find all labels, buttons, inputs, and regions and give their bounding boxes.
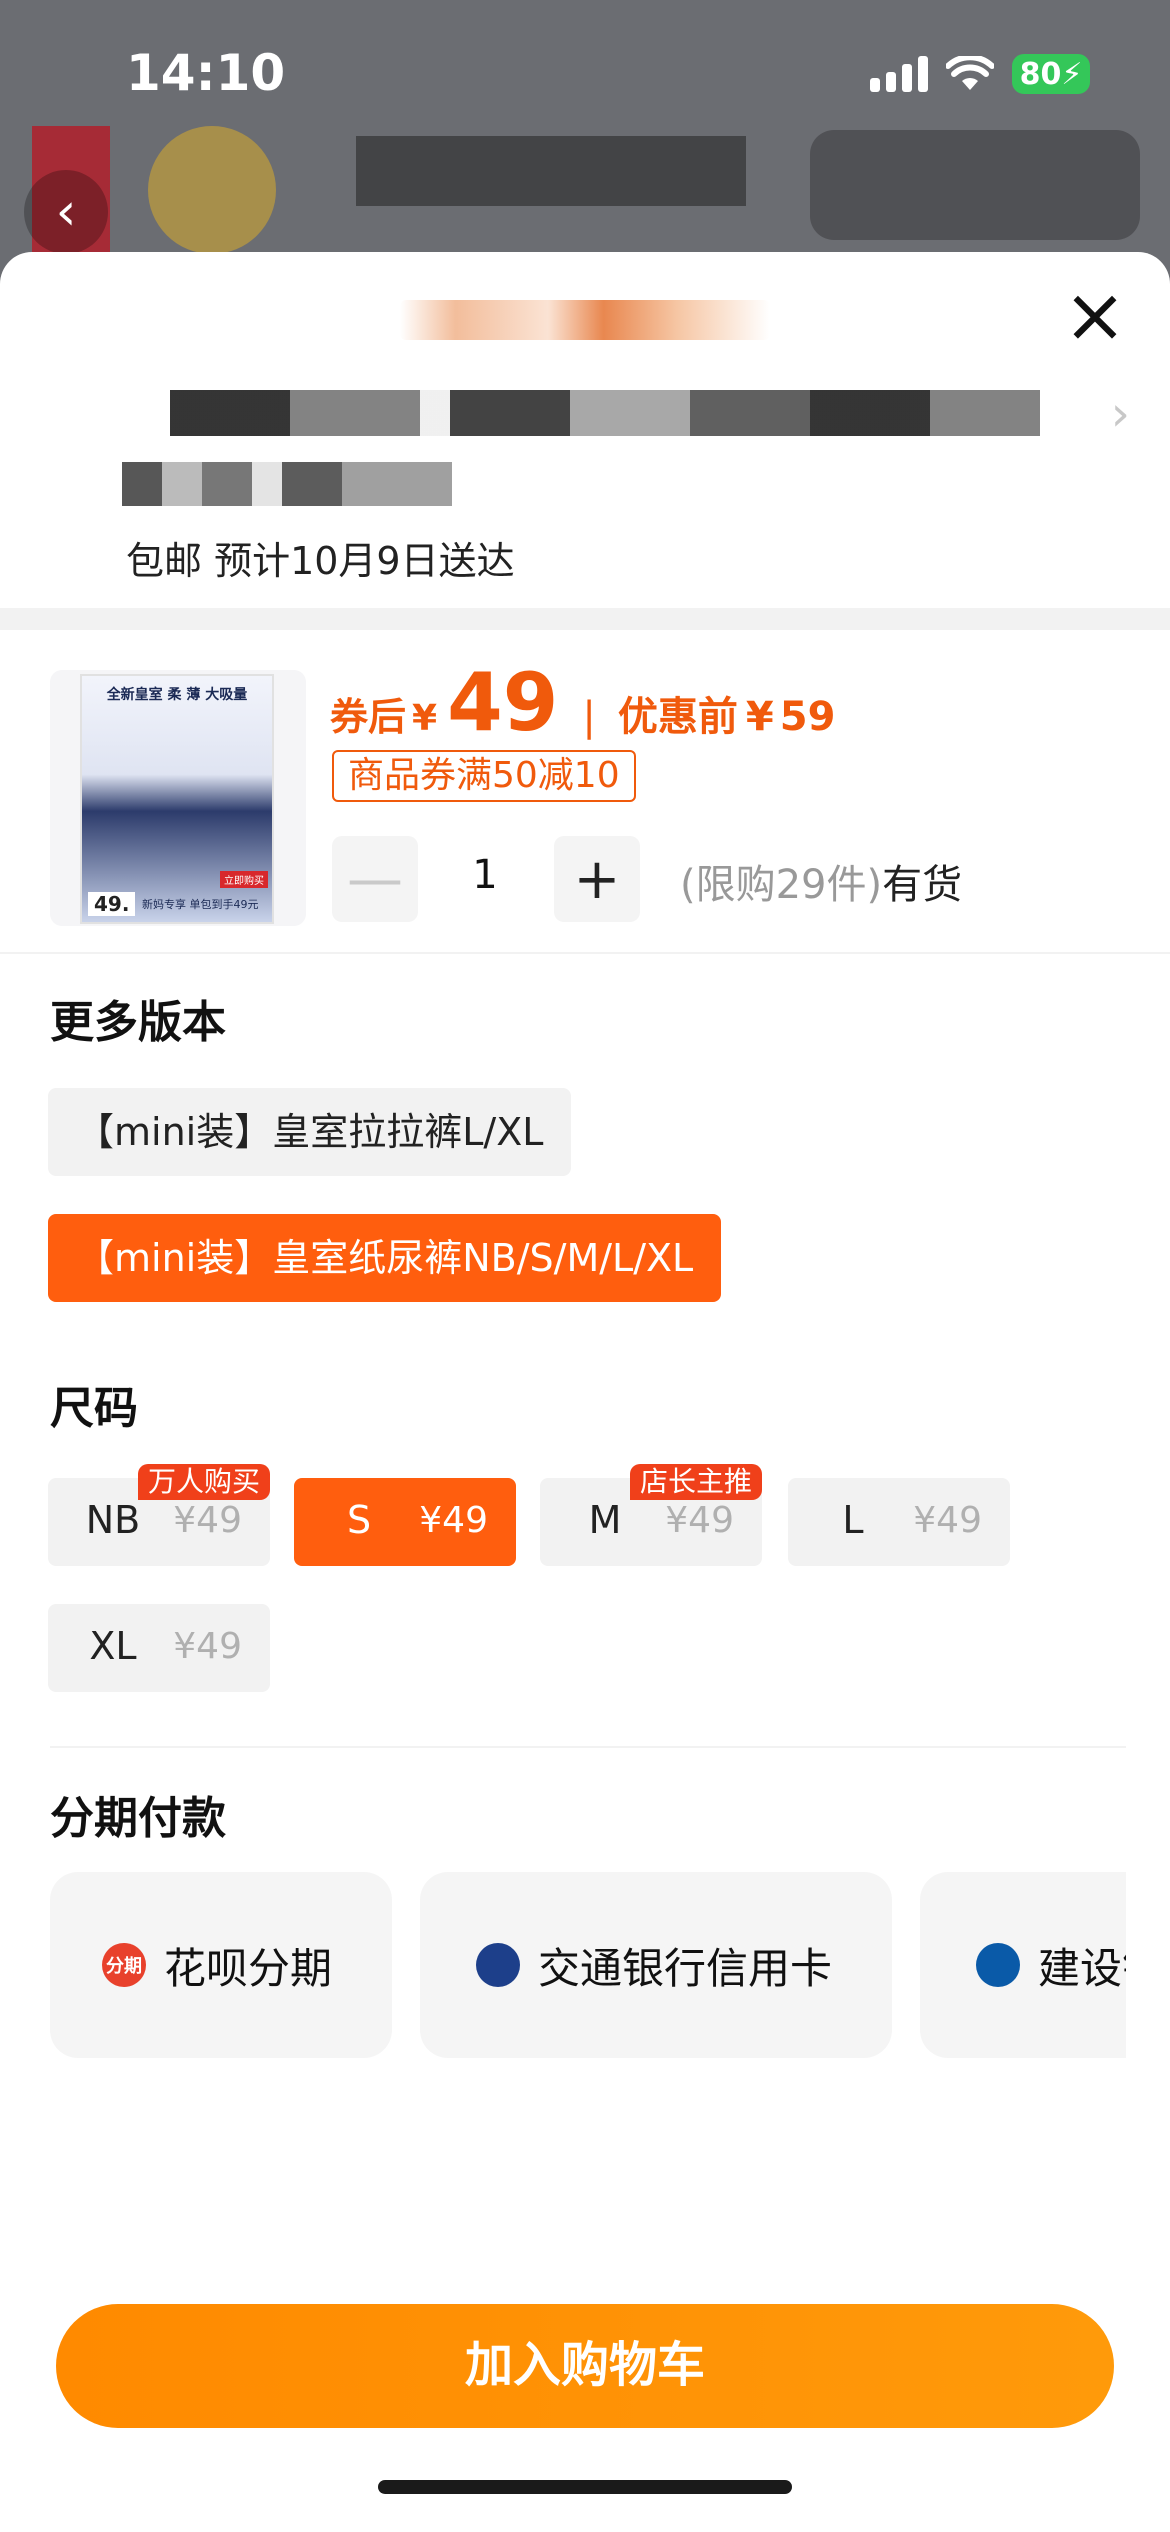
size-name: XL [89,1624,137,1668]
section-divider [50,1746,1126,1748]
size-price: ¥49 [173,1500,242,1541]
currency-symbol: ¥ [745,694,774,740]
quantity-decrement-button[interactable]: — [332,836,418,922]
coupon-badge: 商品券满50减10 [332,750,636,802]
version-option-diapers[interactable]: 【mini装】皇室纸尿裤NB/S/M/L/XL [48,1214,722,1302]
add-to-cart-button[interactable]: 加入购物车 [56,2304,1114,2428]
size-price: ¥49 [173,1626,242,1667]
installment-title: 分期付款 [50,1793,226,1844]
size-name: S [346,1498,372,1542]
shop-badge [148,126,276,254]
product-thumbnail[interactable]: 全新皇室 柔 薄 大吸量 立即购买 新妈专享 单包到手49元 49. [50,670,306,926]
currency-symbol: ¥ [412,698,438,739]
battery-icon: 80 ⚡ [1012,54,1090,94]
ccb-icon [976,1943,1020,1987]
size-badge: 万人购买 [137,1464,270,1500]
redacted-promo-banner [400,300,770,340]
size-option-m[interactable]: M ¥49 店长主推 [540,1464,762,1566]
home-indicator [378,2480,792,2494]
installment-option-bocom[interactable]: 交通银行信用卡 [420,1872,892,2058]
wifi-icon [946,56,994,90]
size-title: 尺码 [50,1383,138,1434]
installment-label: 交通银行信用卡 [538,1943,833,1993]
status-time: 14:10 [126,44,286,102]
price-separator: | [582,694,596,740]
redacted-shop-name [356,136,746,206]
chevron-left-icon: ‹ [55,182,77,242]
installment-label: 建设银行 [1038,1943,1126,1993]
versions-title: 更多版本 [50,997,226,1048]
size-badge: 店长主推 [629,1464,762,1500]
installment-scroller[interactable]: 分期 花呗分期 交通银行信用卡 建设银行 [50,1872,1126,2062]
back-button[interactable]: ‹ [24,170,108,254]
purchase-limit: (限购29件) [680,862,883,908]
stock-status: 有货 [882,862,963,908]
installment-option-ccb[interactable]: 建设银行 [920,1872,1126,2058]
pack-foot-text: 新妈专享 单包到手49元 [142,898,259,911]
pack-headline: 全新皇室 柔 薄 大吸量 [106,687,248,703]
delivery-estimate: 包邮 预计10月9日送达 [126,539,515,583]
size-price: ¥49 [419,1500,488,1541]
redacted-recipient [122,462,452,506]
size-option-nb[interactable]: NB ¥49 万人购买 [48,1464,270,1566]
stock-info: (限购29件)有货 [680,852,962,910]
version-option-pull-ups[interactable]: 【mini装】皇室拉拉裤L/XL [48,1088,572,1176]
size-option-xl[interactable]: XL ¥49 [48,1604,270,1692]
size-name: L [842,1498,864,1542]
pack-corner-tag: 立即购买 [220,871,268,888]
price-line: 券后 ¥ 49 | 优惠前 ¥ 59 [330,656,835,749]
pack-price-tag: 49. [88,892,136,916]
chevron-right-icon[interactable]: › [1111,386,1130,442]
size-option-s[interactable]: S ¥49 [294,1478,516,1566]
size-price: ¥49 [665,1500,734,1541]
coupon-price: 49 [447,656,559,749]
close-icon[interactable]: × [1060,277,1130,354]
after-coupon-label: 券后 [330,695,407,739]
original-price: 59 [779,694,836,740]
section-divider [0,952,1170,954]
size-price: ¥49 [913,1500,982,1541]
size-option-l[interactable]: L ¥49 [788,1478,1010,1566]
plus-icon: + [573,846,621,912]
bocom-icon [476,1943,520,1987]
sku-selector-sheet: × › 包邮 预计10月9日送达 全新皇室 柔 薄 大吸量 立即购买 新妈专享 … [0,252,1170,2532]
before-discount-label: 优惠前 [617,694,738,740]
size-name: M [588,1498,622,1542]
size-name: NB [85,1498,141,1542]
status-icons: 80 ⚡ [870,54,1090,94]
cellular-signal-icon [870,56,928,92]
installment-option-huabei[interactable]: 分期 花呗分期 [50,1872,392,2058]
battery-level: 80 [1019,56,1062,92]
section-divider [0,608,1170,630]
quantity-increment-button[interactable]: + [554,836,640,922]
installment-label: 花呗分期 [164,1943,333,1993]
redacted-address[interactable] [170,390,1040,436]
quantity-value[interactable]: 1 [440,852,530,898]
diaper-pack-image: 全新皇室 柔 薄 大吸量 立即购买 新妈专享 单包到手49元 49. [80,674,274,924]
huabei-icon: 分期 [102,1943,146,1987]
top-right-actions[interactable] [810,130,1140,240]
minus-icon: — [347,846,403,912]
